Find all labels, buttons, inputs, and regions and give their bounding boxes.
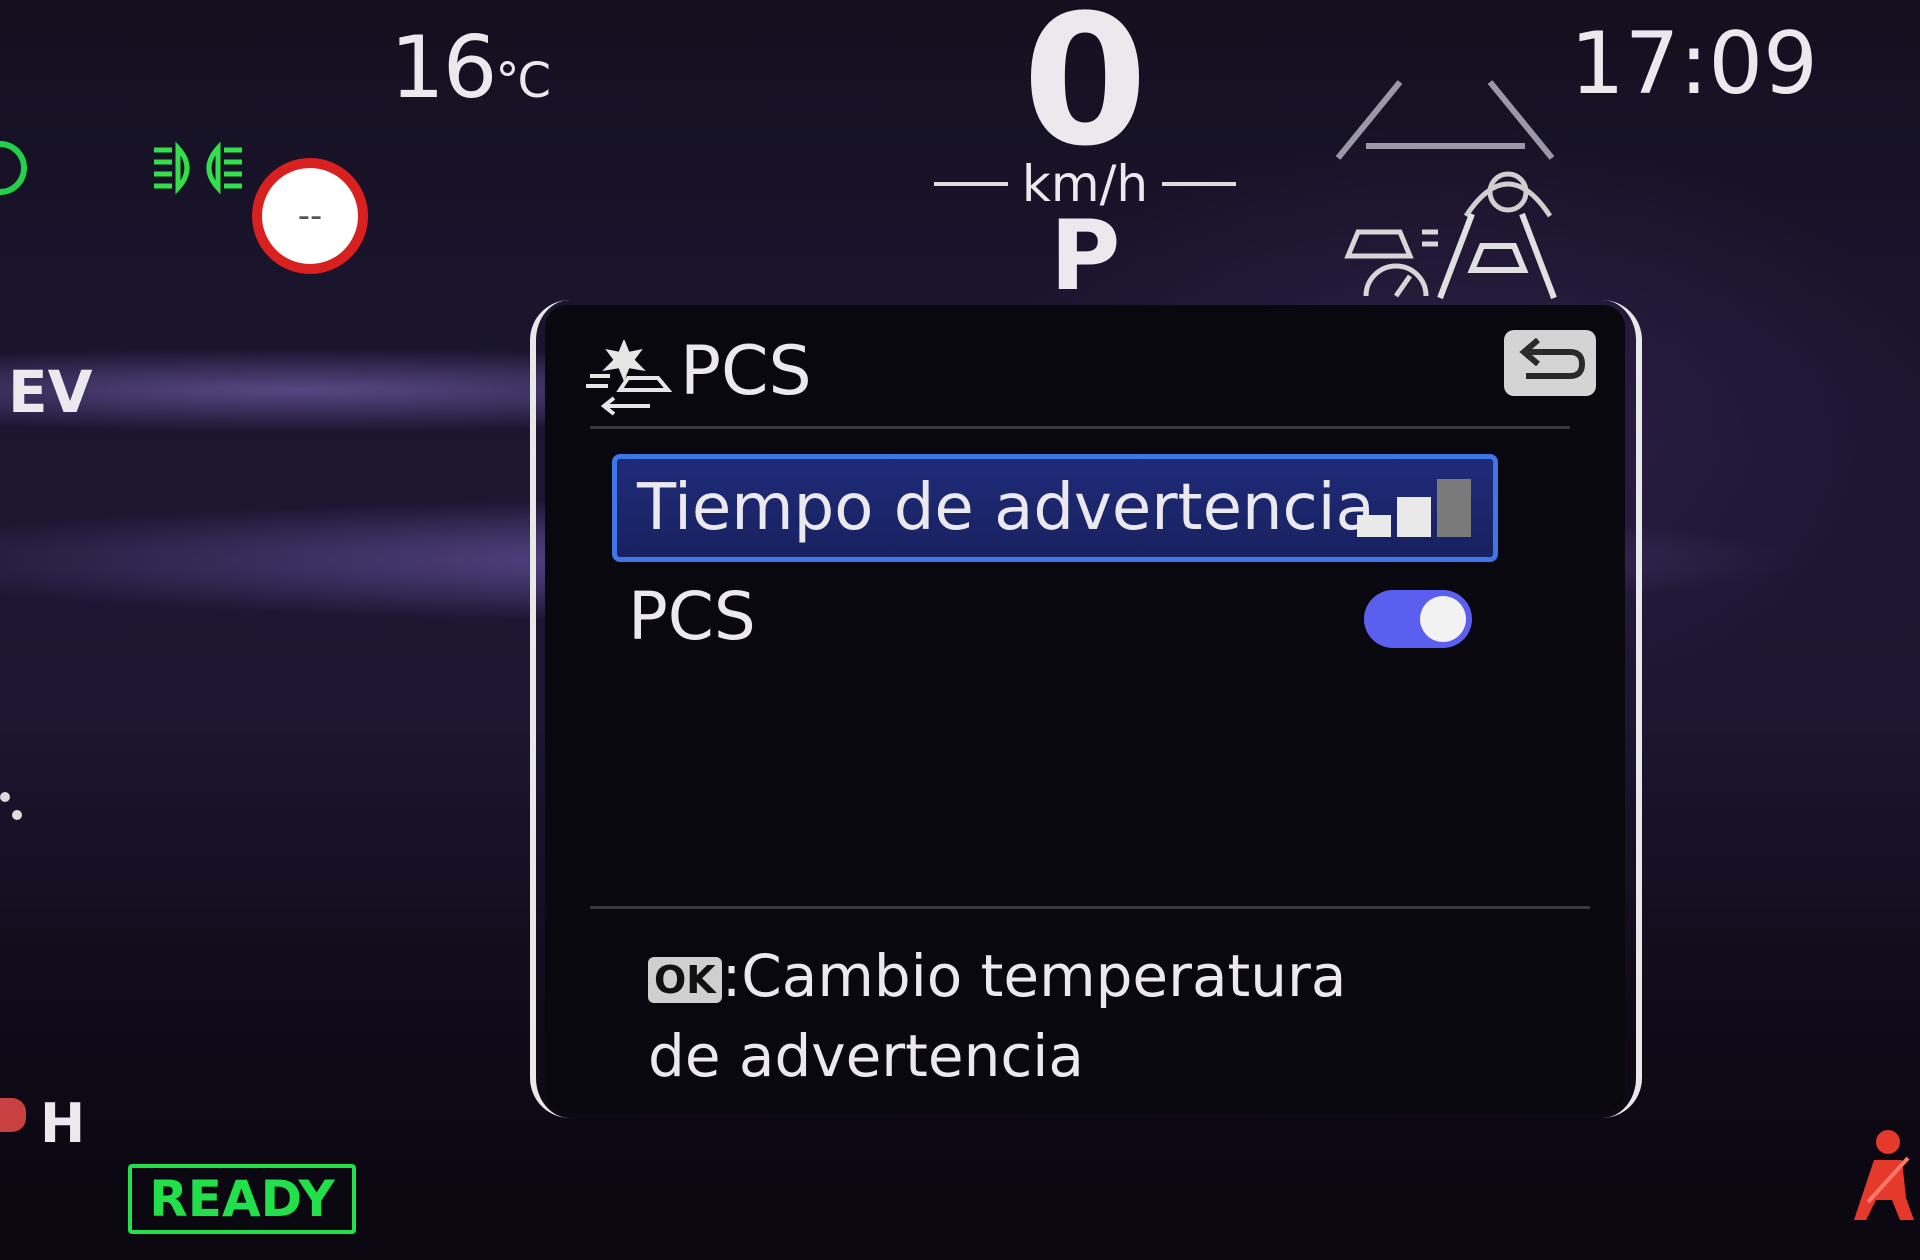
lane-road-icon (1335, 80, 1555, 160)
ok-key-badge: OK (648, 956, 722, 1003)
level-bar (1437, 479, 1471, 537)
hint-line1: :Cambio temperatura (721, 942, 1347, 1010)
speed-limit-text: -- (297, 196, 323, 236)
pre-collision-icon (586, 340, 673, 416)
hint-text: OK:Cambio temperatura de advertencia (648, 936, 1448, 1096)
gauge-h-label: H (40, 1092, 86, 1155)
level-bar (1397, 497, 1431, 537)
temperature-unit: °C (495, 53, 550, 109)
gear-indicator: P (1050, 200, 1121, 312)
menu-item-pcs-label: PCS (628, 578, 756, 655)
eco-indicator-icon (0, 141, 27, 195)
temp-gauge-needle (0, 1098, 26, 1132)
speed-limit-sign: -- (252, 158, 368, 274)
back-button[interactable] (1504, 330, 1596, 396)
seatbelt-warning-icon (1854, 1130, 1914, 1220)
temperature-value: 16 (390, 18, 497, 118)
divider (590, 906, 1590, 909)
ev-mode-label: EV (8, 358, 93, 426)
divider (1162, 182, 1237, 186)
menu-item-label: Tiempo de advertencia (637, 471, 1375, 545)
divider (934, 182, 1008, 186)
divider (590, 426, 1570, 429)
lane-keep-car-icon (1437, 212, 1557, 300)
toggle-knob (1420, 596, 1466, 642)
outside-temperature: 16°C (390, 18, 551, 118)
return-icon (1519, 337, 1586, 379)
panel-title: PCS (680, 332, 812, 411)
speed-value: 0 (1022, 0, 1148, 186)
ready-indicator: READY (128, 1164, 356, 1234)
hint-line2: de advertencia (648, 1022, 1084, 1090)
menu-item-warning-time[interactable]: Tiempo de advertencia (612, 454, 1498, 562)
pcs-toggle[interactable] (1364, 590, 1472, 648)
headlight-indicator-icon (154, 141, 242, 195)
warning-level-indicator (1357, 479, 1471, 537)
clock: 17:09 (1570, 14, 1818, 114)
level-bar (1357, 515, 1391, 537)
gauge-marker (0, 790, 26, 830)
